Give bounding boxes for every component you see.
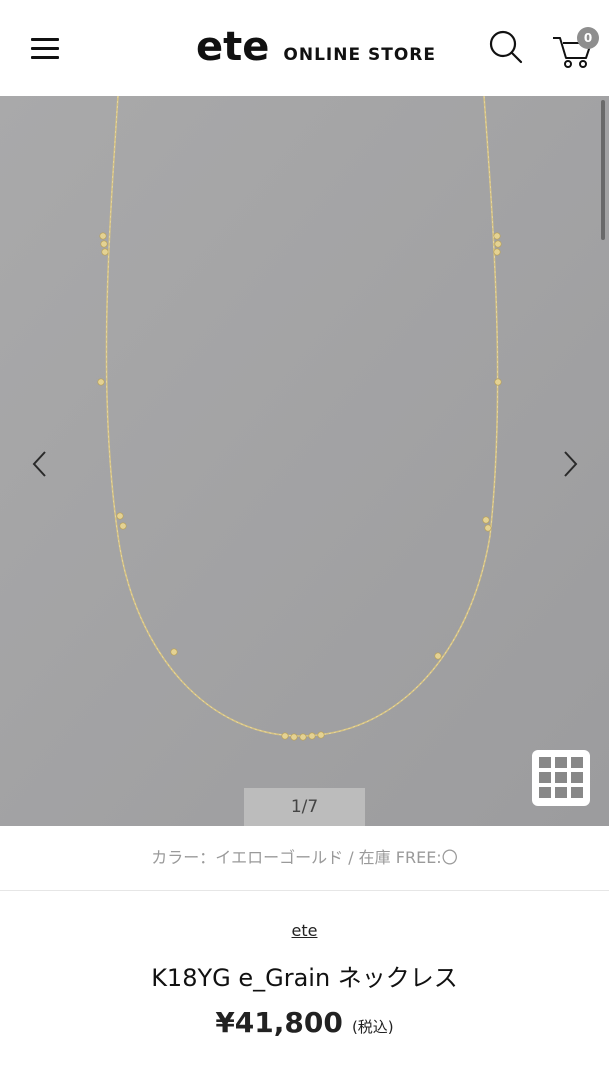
grid-view-button[interactable] [532,750,590,806]
image-counter: 1/7 [244,788,365,826]
chevron-right-icon [564,451,578,477]
hamburger-icon [31,38,59,41]
previous-image-button[interactable] [26,442,56,486]
product-photo [0,96,609,826]
product-price: ¥41,800 [215,1006,343,1039]
site-header: ete ONLINE STORE 0 [0,0,609,96]
brand-name[interactable]: ete [292,921,318,940]
tax-note: (税込) [351,1018,394,1036]
product-title: K18YG e_Grain ネックレス [151,964,458,992]
divider [0,890,609,891]
brand-link[interactable]: ete [0,921,609,940]
site-logo[interactable]: ete ONLINE STORE [196,22,436,72]
product-image-gallery[interactable]: 1/7 [0,96,609,826]
menu-button[interactable] [24,30,68,66]
cart-count-badge: 0 [577,27,599,49]
price-row: ¥41,800 (税込) [0,1006,609,1039]
next-image-button[interactable] [554,442,584,486]
search-icon [489,30,523,64]
chevron-left-icon [32,451,46,477]
logo-mark: ete [196,24,270,70]
search-button[interactable] [484,26,528,70]
scrollbar[interactable] [601,100,605,240]
store-name: ONLINE STORE [283,45,436,65]
variant-stock-info: カラー：イエローゴールド / 在庫 FREE:〇 [151,848,458,867]
